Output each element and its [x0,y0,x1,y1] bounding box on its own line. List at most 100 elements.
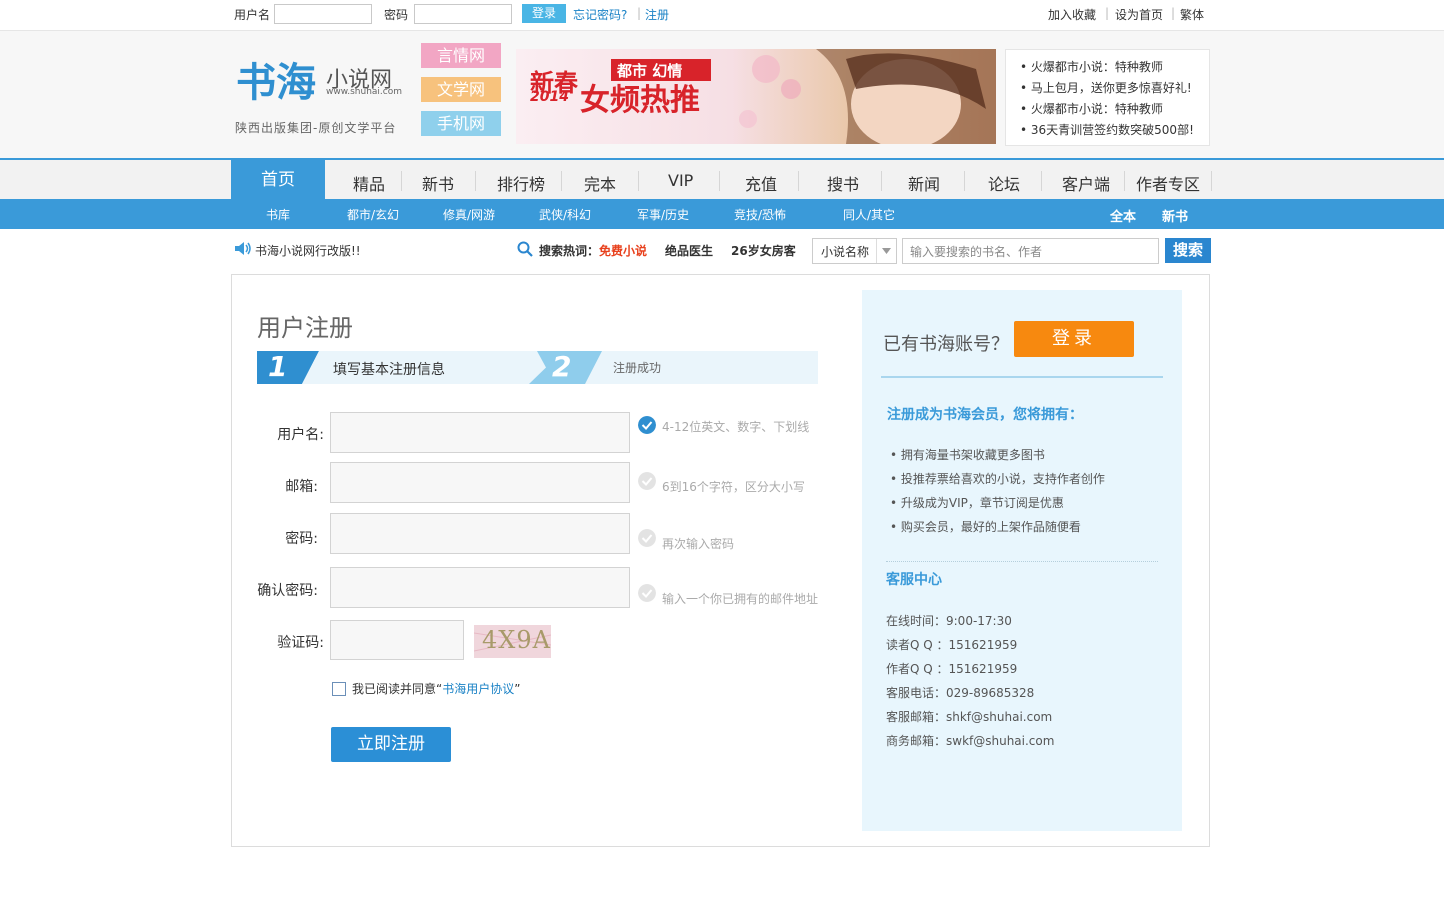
subnav-fanfic-other[interactable]: 同人/其它 [843,206,895,223]
add-favorite-link[interactable]: 加入收藏 [1048,6,1096,23]
agree-text: 我已阅读并同意“书海用户协议” [352,680,520,697]
password-field[interactable] [330,513,630,554]
top-password-input[interactable] [414,4,512,24]
search-button[interactable]: 搜索 [1165,238,1211,263]
subnav-wuxia-scifi[interactable]: 武侠/科幻 [539,206,591,223]
nav-new-books[interactable]: 新书 [422,171,454,195]
romance-site-button[interactable]: 言情网 [421,43,501,68]
nav-featured[interactable]: 精品 [353,171,385,195]
confirm-password-label: 确认密码: [257,583,318,599]
news-item[interactable]: • 马上包月，送你更多惊喜好礼! [1020,79,1192,96]
nav-ranking[interactable]: 排行榜 [497,171,545,195]
agree-checkbox[interactable] [332,682,346,696]
traditional-chinese-link[interactable]: 繁体 [1180,6,1204,23]
forgot-password-link[interactable]: 忘记密码? [573,6,627,23]
email-field-label: 邮箱: [285,479,318,495]
news-item[interactable]: • 火爆都市小说：特种教师 [1020,58,1163,75]
cs-business-email: 商务邮箱：swkf@shuhai.com [886,734,1055,748]
logo-url: www.shuhai.com [326,87,403,97]
subnav-xianxia-game[interactable]: 修真/网游 [443,206,495,223]
nav-vip[interactable]: VIP [668,171,693,190]
logo-main-text[interactable]: 书海 [236,50,316,108]
check-circle-icon [638,472,656,490]
nav-divider [881,171,882,191]
search-type-value: 小说名称 [821,245,870,259]
top-login-button[interactable]: 登录 [522,4,566,23]
captcha-image[interactable]: 4X9A [474,625,551,658]
news-box: • 火爆都市小说：特种教师 • 马上包月，送你更多惊喜好礼! • 火爆都市小说：… [1005,49,1210,146]
agree-close-quote: ” [514,682,521,696]
sidebar-login-button[interactable]: 登录 [1014,321,1134,357]
sub-nav [0,199,1444,229]
top-username-input[interactable] [274,4,372,24]
subnav-sports-horror[interactable]: 竞技/恐怖 [734,206,786,223]
cs-phone: 客服电话：029-89685328 [886,686,1035,700]
subnav-military-history[interactable]: 军事/历史 [637,206,689,223]
hot-word-link[interactable]: 26岁女房客 [731,242,796,259]
top-bar: 用户名 密码 登录 忘记密码? | 注册 加入收藏 | 设为首页 | 繁体 [0,0,1444,31]
subnav-new[interactable]: 新书 [1162,206,1188,225]
nav-completed[interactable]: 完本 [584,171,616,195]
username-hint: 4-12位英文、数字、下划线 [662,420,810,434]
mobile-site-button[interactable]: 手机网 [421,111,501,136]
captcha-input[interactable] [330,620,464,660]
confirm-password-hint: 输入一个你已拥有的邮件地址 [662,592,819,606]
customer-service-title: 客服中心 [886,572,942,588]
cs-reader-qq: 读者Q Q ：151621959 [886,638,1018,652]
benefit-item: • 升级成为VIP，章节订阅是优惠 [890,496,1064,510]
subnav-complete[interactable]: 全本 [1110,206,1136,225]
cs-online-hours: 在线时间：9:00-17:30 [886,614,1012,628]
check-circle-icon [638,529,656,547]
chevron-down-icon [882,248,891,254]
step-1-label: 填写基本注册信息 [333,362,445,378]
register-submit-button[interactable]: 立即注册 [331,727,451,762]
literature-site-button[interactable]: 文学网 [421,77,501,102]
news-item[interactable]: • 36天青训营签约数突破500部! [1020,121,1194,138]
page-title: 用户注册 [257,314,353,342]
step-2-number: 2 [552,350,572,383]
email-field[interactable] [330,462,630,503]
benefit-item: • 投推荐票给喜欢的小说，支持作者创作 [890,472,1105,486]
nav-divider [638,171,639,191]
password-hint: 再次输入密码 [662,537,735,551]
subnav-urban-fantasy[interactable]: 都市/玄幻 [347,206,399,223]
nav-home[interactable]: 首页 [231,160,325,199]
nav-divider [1211,171,1212,191]
hot-word-link[interactable]: 免费小说 [599,242,647,259]
has-account-text: 已有书海账号？ [883,334,1009,355]
nav-search-books[interactable]: 搜书 [827,171,859,195]
news-item[interactable]: • 火爆都市小说：特种教师 [1020,100,1163,117]
hot-word-link[interactable]: 绝品医生 [665,242,713,259]
logo-tagline: 陕西出版集团-原创文学平台 [235,121,397,135]
nav-client[interactable]: 客户端 [1062,171,1110,195]
cs-author-qq: 作者Q Q ：151621959 [886,662,1018,676]
confirm-password-field[interactable] [330,567,630,608]
nav-divider [561,171,562,191]
captcha-text: 4X9A [482,626,551,654]
banner-year: 2014 [530,89,569,105]
select-divider [876,239,877,263]
subnav-library[interactable]: 书库 [266,206,290,223]
site-notice[interactable]: 书海小说网行改版!! [255,242,361,259]
speaker-icon [235,242,251,255]
nav-divider [1041,171,1042,191]
register-link[interactable]: 注册 [645,6,669,23]
nav-divider [719,171,720,191]
nav-news[interactable]: 新闻 [908,171,940,195]
step-1-number: 1 [268,350,288,383]
nav-forum[interactable]: 论坛 [988,171,1020,195]
benefit-item: • 购买会员，最好的上架作品随便看 [890,520,1081,534]
promo-banner[interactable]: 都市 幻情 新春 2014 女频热推 [516,49,996,144]
username-field[interactable] [330,412,630,453]
set-homepage-link[interactable]: 设为首页 [1115,6,1163,23]
nav-recharge[interactable]: 充值 [745,171,777,195]
benefits-title: 注册成为书海会员，您将拥有： [887,407,1083,423]
agree-prefix: 我已阅读并同意 [352,682,437,696]
password-field-label: 密码: [285,531,318,547]
top-separator: | [1105,6,1110,20]
username-label: 用户名 [234,8,271,22]
nav-divider [1124,171,1125,191]
password-label: 密码 [384,8,409,22]
nav-author-zone[interactable]: 作者专区 [1136,171,1200,195]
user-agreement-link[interactable]: 书海用户协议 [442,682,514,696]
